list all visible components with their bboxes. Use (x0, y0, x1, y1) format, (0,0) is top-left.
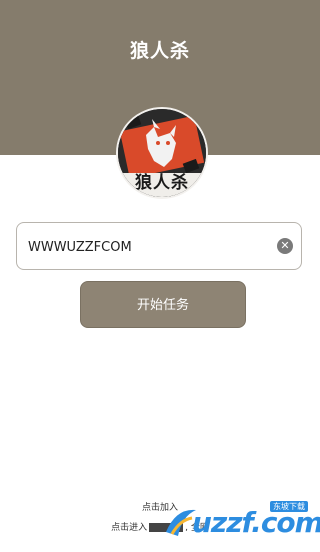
page-title: 狼人杀 (129, 40, 190, 62)
room-input[interactable] (26, 223, 270, 271)
screen: 狼人杀 狼人杀 ✕ 开始任务 点击加入 点击进入, 全网 uzzf.com (0, 0, 320, 552)
watermark-sub: 东坡下载 (270, 501, 308, 512)
logo-text: 狼人杀 (135, 173, 189, 193)
room-input-field[interactable]: ✕ (16, 222, 302, 271)
footer-enter-prefix: 点击进入 (111, 523, 148, 533)
close-circle-icon[interactable]: ✕ (277, 238, 293, 254)
app-logo: 狼人杀 (116, 107, 208, 199)
watermark-logo: uzzf.com 东坡下载 (162, 498, 320, 544)
start-task-button[interactable]: 开始任务 (80, 281, 246, 328)
